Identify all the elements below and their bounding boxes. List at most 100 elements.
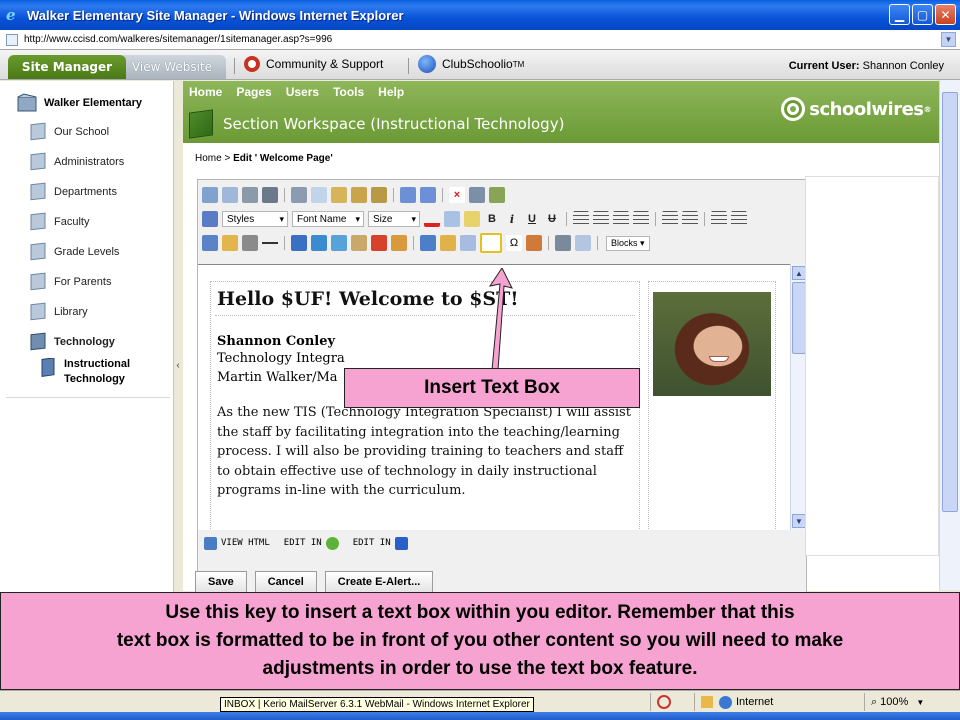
highlight-icon[interactable]	[464, 211, 480, 227]
table-properties-icon[interactable]	[440, 235, 456, 251]
view-html-mode[interactable]: VIEW HTML	[204, 536, 270, 550]
underline-button[interactable]: U	[524, 213, 540, 225]
numbered-list-icon[interactable]	[662, 211, 678, 227]
sidebar-item-our-school[interactable]: Our School	[28, 121, 109, 143]
redo-icon[interactable]	[420, 187, 436, 203]
horizontal-rule-icon[interactable]	[262, 235, 278, 251]
insert-image-icon[interactable]	[222, 235, 238, 251]
insert-table-icon[interactable]	[420, 235, 436, 251]
edit-in-mode-1[interactable]: EDIT IN	[284, 536, 339, 550]
zoom-control[interactable]: ⌕ 100% ▼	[864, 693, 944, 711]
accessibility-icon[interactable]	[526, 235, 542, 251]
page-scroll-thumb[interactable]	[942, 92, 958, 512]
status-privacy[interactable]	[650, 693, 694, 711]
styles-select[interactable]: Styles	[222, 211, 288, 227]
scroll-up-icon[interactable]: ▲	[792, 266, 806, 280]
insert-link-icon[interactable]	[291, 235, 307, 251]
align-center-icon[interactable]	[593, 211, 609, 227]
address-url[interactable]: http://www.ccisd.com/walkeres/sitemanage…	[24, 34, 332, 45]
sidebar-item-grade-levels[interactable]: Grade Levels	[28, 241, 119, 263]
menu-users[interactable]: Users	[286, 85, 319, 99]
style-picker-icon[interactable]	[202, 211, 218, 227]
paste-icon[interactable]	[331, 187, 347, 203]
minimize-button[interactable]: ▁	[889, 4, 910, 25]
document-icon[interactable]	[351, 235, 367, 251]
menu-home[interactable]: Home	[189, 85, 222, 99]
italic-button[interactable]: i	[504, 213, 520, 226]
copy-icon[interactable]	[311, 187, 327, 203]
close-button[interactable]: ✕	[935, 4, 956, 25]
undo-icon[interactable]	[400, 187, 416, 203]
cut-icon[interactable]	[291, 187, 307, 203]
content-cell-photo[interactable]	[648, 281, 776, 530]
scroll-down-icon[interactable]: ▼	[792, 514, 806, 528]
create-ealert-button[interactable]: Create E-Alert...	[324, 571, 434, 593]
print-icon[interactable]	[242, 187, 258, 203]
flash-icon[interactable]	[391, 235, 407, 251]
address-dropdown-icon[interactable]: ▼	[941, 32, 956, 47]
bold-button[interactable]: B	[484, 213, 500, 225]
save-button[interactable]: Save	[195, 571, 247, 593]
section-icon	[30, 242, 46, 261]
editor-scrollbar[interactable]: ▲ ▼	[790, 264, 806, 530]
breadcrumb-home[interactable]: Home	[195, 153, 222, 164]
address-bar[interactable]: http://www.ccisd.com/walkeres/sitemanage…	[0, 30, 960, 50]
sidebar-item-technology[interactable]: Technology	[28, 331, 115, 353]
page-scrollbar[interactable]	[939, 80, 960, 590]
cell-icon[interactable]	[460, 235, 476, 251]
insert-text-box-button[interactable]	[480, 233, 502, 253]
cancel-button[interactable]: Cancel	[254, 571, 317, 593]
sidebar-collapse-icon[interactable]: ‹	[174, 356, 182, 374]
anchor-icon[interactable]	[371, 235, 387, 251]
menu-tools[interactable]: Tools	[333, 85, 364, 99]
paste-text-icon[interactable]	[351, 187, 367, 203]
callout-arrow	[488, 268, 513, 371]
font-color-icon[interactable]	[424, 211, 440, 227]
preview-icon[interactable]	[555, 235, 571, 251]
clubschoolio-link[interactable]: ClubSchoolio TM	[418, 55, 524, 73]
sidebar-item-departments[interactable]: Departments	[28, 181, 117, 203]
sidebar-item-administrators[interactable]: Administrators	[28, 151, 124, 173]
special-char-icon[interactable]: Ω	[506, 235, 522, 251]
spellcheck-icon[interactable]	[202, 187, 218, 203]
template-icon[interactable]	[489, 187, 505, 203]
fontname-select[interactable]: Font Name	[292, 211, 364, 227]
edit-in-mode-2[interactable]: EDIT IN	[353, 536, 408, 550]
paste-word-icon[interactable]	[371, 187, 387, 203]
blocks-dropdown[interactable]: Blocks ▾	[606, 235, 650, 251]
sidebar-item-faculty[interactable]: Faculty	[28, 211, 89, 233]
attachment-icon[interactable]	[242, 235, 258, 251]
delete-icon[interactable]: ×	[449, 187, 465, 203]
strikethrough-button[interactable]: U	[544, 213, 560, 225]
menu-pages[interactable]: Pages	[236, 85, 271, 99]
sidebar-item-for-parents[interactable]: For Parents	[28, 271, 111, 293]
workspace-icon	[189, 109, 213, 139]
scroll-thumb[interactable]	[792, 282, 806, 354]
align-right-icon[interactable]	[613, 211, 629, 227]
tab-site-manager[interactable]: Site Manager	[8, 55, 126, 79]
schoolwires-swirl-icon	[781, 97, 806, 121]
select-all-icon[interactable]	[469, 187, 485, 203]
outdent-icon[interactable]	[731, 211, 747, 227]
find-icon[interactable]	[222, 187, 238, 203]
insert-form-icon[interactable]	[202, 235, 218, 251]
sidebar-root-walker[interactable]: Walker Elementary	[16, 93, 142, 113]
maximize-button[interactable]: ▢	[912, 4, 933, 25]
bullet-list-icon[interactable]	[682, 211, 698, 227]
web-link-icon[interactable]	[311, 235, 327, 251]
indent-icon[interactable]	[711, 211, 727, 227]
profile-photo	[653, 292, 771, 396]
size-select[interactable]: Size	[368, 211, 420, 227]
justify-icon[interactable]	[633, 211, 649, 227]
community-support-link[interactable]: Community & Support	[244, 56, 383, 72]
binoculars-icon[interactable]	[262, 187, 278, 203]
eraser-icon[interactable]	[575, 235, 591, 251]
align-left-icon[interactable]	[573, 211, 589, 227]
media-icon[interactable]	[331, 235, 347, 251]
text-style-icon[interactable]	[444, 211, 460, 227]
sidebar-item-instructional-technology[interactable]: Instructional Technology	[38, 358, 130, 385]
sidebar-item-library[interactable]: Library	[28, 301, 88, 323]
menu-help[interactable]: Help	[378, 85, 404, 99]
zoom-dropdown-icon[interactable]: ▼	[916, 698, 924, 707]
tab-view-website[interactable]: View Website	[118, 55, 226, 79]
